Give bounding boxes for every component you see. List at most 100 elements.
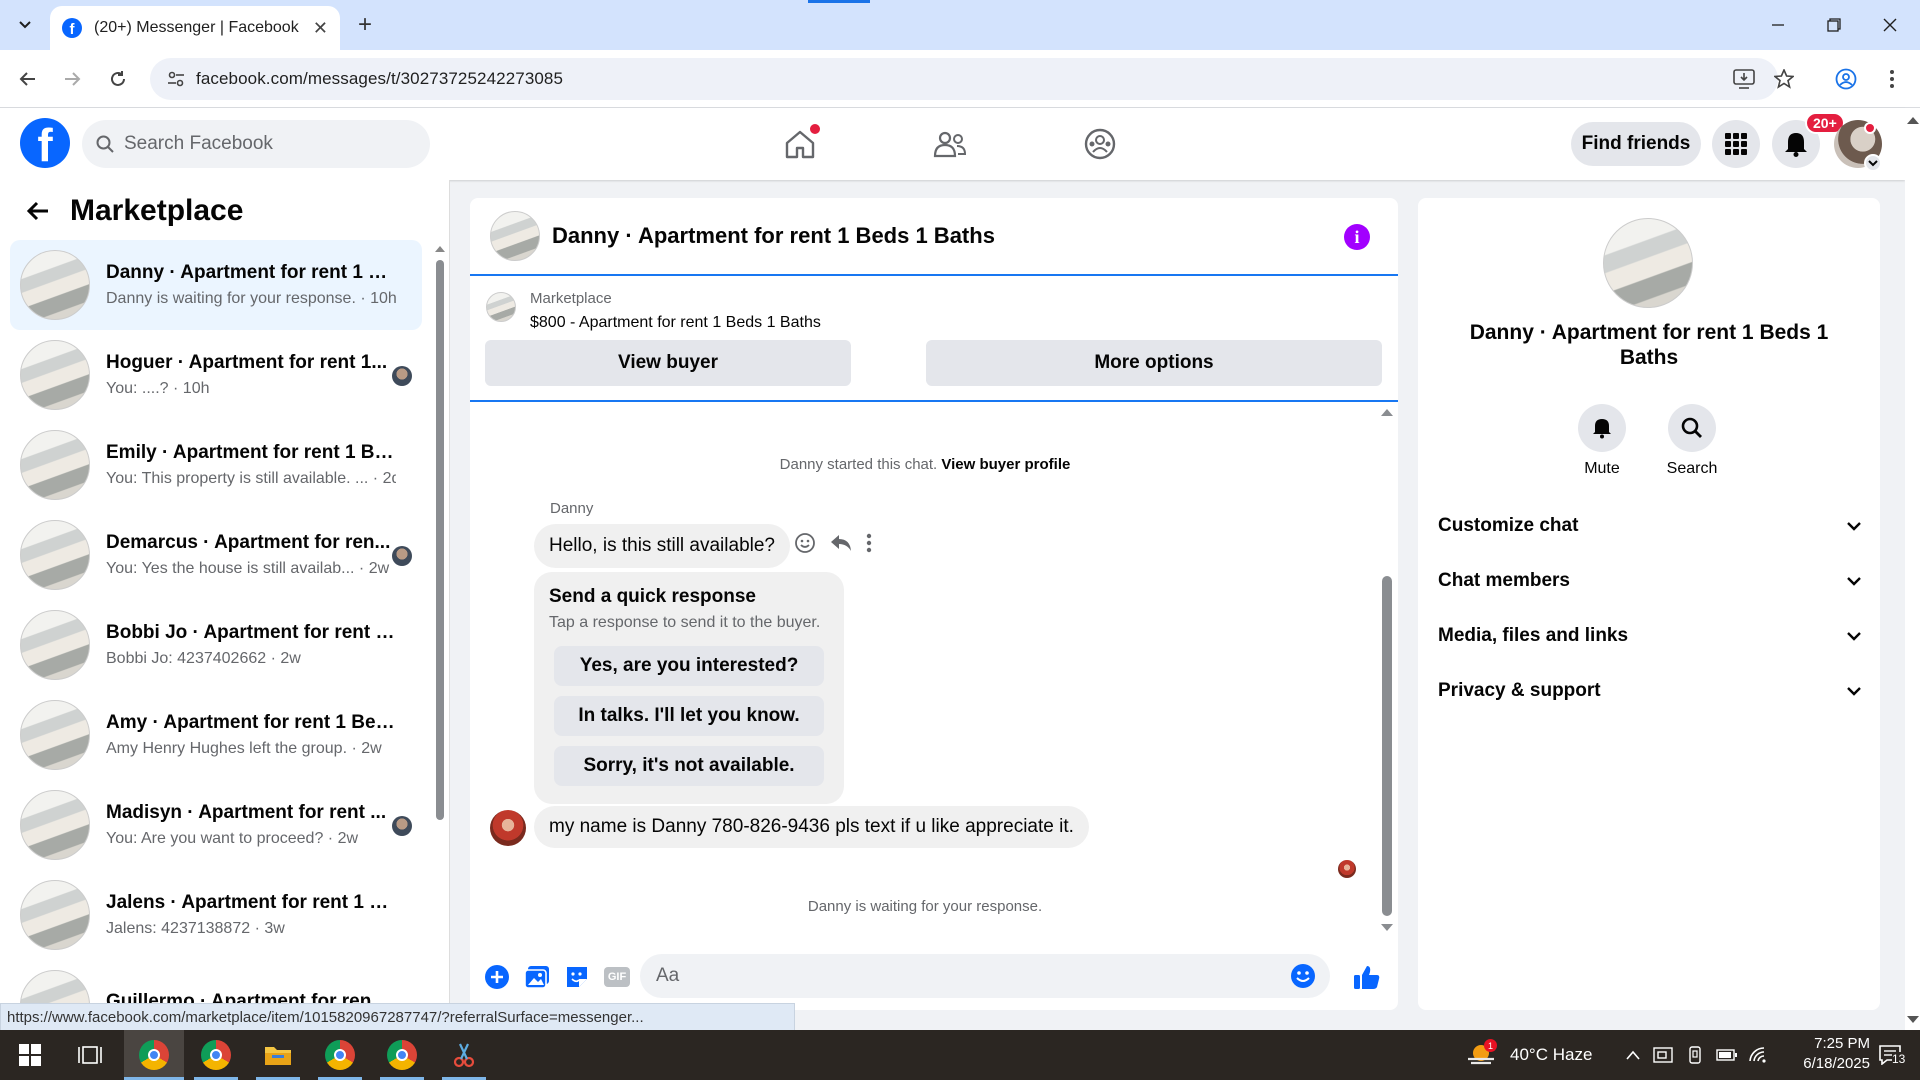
section-customize-chat[interactable]: Customize chat [1438, 506, 1862, 546]
search-input[interactable] [124, 133, 404, 155]
start-button[interactable] [0, 1030, 60, 1080]
details-thumbnail[interactable] [1603, 218, 1693, 308]
conversation-item[interactable]: Emily · Apartment for rent 1 Bed... You: … [10, 420, 422, 510]
info-icon[interactable]: i [1344, 224, 1370, 250]
battery-icon[interactable] [1712, 1030, 1742, 1080]
search-box[interactable] [82, 120, 430, 168]
sticker-button[interactable] [562, 962, 592, 992]
conversation-item[interactable]: Demarcus · Apartment for ren... You: Yes … [10, 510, 422, 600]
facebook-logo-icon[interactable]: f [20, 118, 70, 168]
quick-response-option[interactable]: Yes, are you interested? [554, 646, 824, 686]
friends-tab[interactable] [920, 120, 980, 168]
file-explorer-taskbar-app[interactable] [248, 1030, 308, 1080]
chrome-taskbar-app-2[interactable] [186, 1030, 246, 1080]
wifi-icon[interactable] [1744, 1030, 1774, 1080]
reply-icon[interactable] [830, 533, 852, 553]
message-input[interactable] [656, 965, 1256, 987]
reload-icon [111, 71, 125, 86]
message-input-box[interactable] [640, 954, 1330, 998]
sidebar-scrollbar[interactable] [434, 240, 445, 1030]
section-privacy-support[interactable]: Privacy & support [1438, 671, 1862, 711]
message-thread: Danny started this chat. View buyer prof… [470, 404, 1398, 944]
friends-icon [933, 131, 967, 158]
quick-response-option[interactable]: Sorry, it's not available. [554, 746, 824, 786]
more-vertical-icon[interactable] [866, 533, 872, 553]
scroll-up-arrow-icon[interactable] [1907, 116, 1919, 124]
conversation-item[interactable]: Bobbi Jo · Apartment for rent 1 ... Bobbi… [10, 600, 422, 690]
emoji-icon[interactable] [1290, 963, 1316, 989]
browser-tab-active[interactable]: f (20+) Messenger | Facebook ✕ [50, 6, 340, 50]
tray-overflow-icon[interactable] [1620, 1030, 1646, 1080]
gif-button[interactable]: GIF [602, 962, 632, 992]
chrome-taskbar-app[interactable] [124, 1030, 184, 1080]
message-bubble[interactable]: Hello, is this still available? [534, 524, 790, 568]
conversation-item[interactable]: Amy · Apartment for rent 1 Beds... Amy He… [10, 690, 422, 780]
view-buyer-profile-link[interactable]: View buyer profile [941, 456, 1070, 473]
close-window-button[interactable] [1860, 0, 1920, 50]
chrome-taskbar-app-3[interactable] [310, 1030, 370, 1080]
account-chevron-down-icon[interactable] [1864, 154, 1882, 172]
weather-widget-icon[interactable]: 1 [1456, 1030, 1506, 1080]
listing-price-title[interactable]: $800 - Apartment for rent 1 Beds 1 Baths [530, 314, 821, 332]
weather-text[interactable]: 40°C Haze [1510, 1045, 1592, 1065]
conversation-item[interactable]: Madisyn · Apartment for rent ... You: Are… [10, 780, 422, 870]
chat-scrollbar[interactable] [1378, 404, 1394, 934]
site-info-icon[interactable] [156, 69, 196, 89]
snipping-tool-taskbar-app[interactable] [434, 1030, 494, 1080]
mute-button[interactable]: Mute [1562, 404, 1642, 478]
listing-thumbnail[interactable] [486, 292, 516, 322]
menu-button[interactable] [1712, 120, 1760, 168]
task-view-button[interactable] [60, 1030, 120, 1080]
message-bubble[interactable]: my name is Danny 780-826-9436 pls text i… [534, 806, 1089, 848]
forward-button[interactable] [56, 63, 88, 95]
search-in-chat-button[interactable]: Search [1652, 404, 1732, 478]
sidebar-scroll-thumb[interactable] [436, 260, 444, 820]
more-options-button[interactable]: More options [926, 340, 1382, 386]
react-emoji-icon[interactable] [794, 532, 816, 554]
minimize-icon [1772, 24, 1784, 26]
conversation-item[interactable]: Jalens · Apartment for rent 1 Be... Jalen… [10, 870, 422, 960]
scroll-up-arrow-icon[interactable] [1381, 408, 1393, 416]
reload-button[interactable] [102, 63, 134, 95]
restore-button[interactable] [1804, 0, 1864, 50]
chat-title[interactable]: Danny · Apartment for rent 1 Beds 1 Bath… [552, 223, 995, 249]
groups-tab[interactable] [1070, 120, 1130, 168]
new-tab-button[interactable]: + [352, 11, 378, 38]
chrome-taskbar-app-4[interactable] [372, 1030, 432, 1080]
back-button[interactable] [12, 63, 44, 95]
browser-menu-icon[interactable] [1876, 58, 1908, 100]
like-send-button[interactable] [1352, 962, 1382, 992]
home-tab[interactable] [770, 120, 830, 168]
address-bar[interactable]: facebook.com/messages/t/3027372524227308… [150, 58, 1778, 100]
scroll-up-arrow-icon[interactable] [435, 244, 445, 252]
add-attachment-button[interactable] [482, 962, 512, 992]
section-media-files-links[interactable]: Media, files and links [1438, 616, 1862, 656]
quick-response-option[interactable]: In talks. I'll let you know. [554, 696, 824, 736]
facebook-favicon-icon: f [62, 18, 82, 38]
notification-center-button[interactable]: 13 [1862, 1030, 1918, 1080]
install-app-icon[interactable] [1728, 58, 1760, 100]
back-arrow-icon[interactable] [26, 200, 50, 222]
sender-avatar[interactable] [490, 810, 526, 846]
section-chat-members[interactable]: Chat members [1438, 561, 1862, 601]
details-title[interactable]: Danny · Apartment for rent 1 Beds 1 Bath… [1458, 320, 1840, 370]
chat-thumbnail[interactable] [490, 211, 540, 261]
attach-photo-button[interactable] [522, 962, 552, 992]
profile-icon[interactable] [1830, 58, 1862, 100]
home-notification-dot [810, 124, 820, 134]
view-buyer-button[interactable]: View buyer [485, 340, 851, 386]
conversation-item[interactable]: Hoguer · Apartment for rent 1... You: ...… [10, 330, 422, 420]
conversation-item[interactable]: Danny · Apartment for rent 1 Be... Danny … [10, 240, 422, 330]
page-scrollbar[interactable] [1905, 108, 1920, 1030]
chat-scroll-thumb[interactable] [1382, 576, 1392, 916]
clock[interactable]: 7:25 PM 6/18/2025 [1774, 1034, 1870, 1074]
minimize-button[interactable] [1748, 0, 1808, 50]
scroll-down-arrow-icon[interactable] [1907, 1016, 1919, 1024]
scroll-down-arrow-icon[interactable] [1381, 924, 1393, 932]
bookmark-star-icon[interactable] [1768, 58, 1800, 100]
device-icon[interactable] [1680, 1030, 1710, 1080]
tab-close-icon[interactable]: ✕ [313, 18, 328, 39]
find-friends-button[interactable]: Find friends [1571, 122, 1701, 166]
meet-now-icon[interactable] [1648, 1030, 1678, 1080]
tab-search-button[interactable] [10, 10, 40, 40]
